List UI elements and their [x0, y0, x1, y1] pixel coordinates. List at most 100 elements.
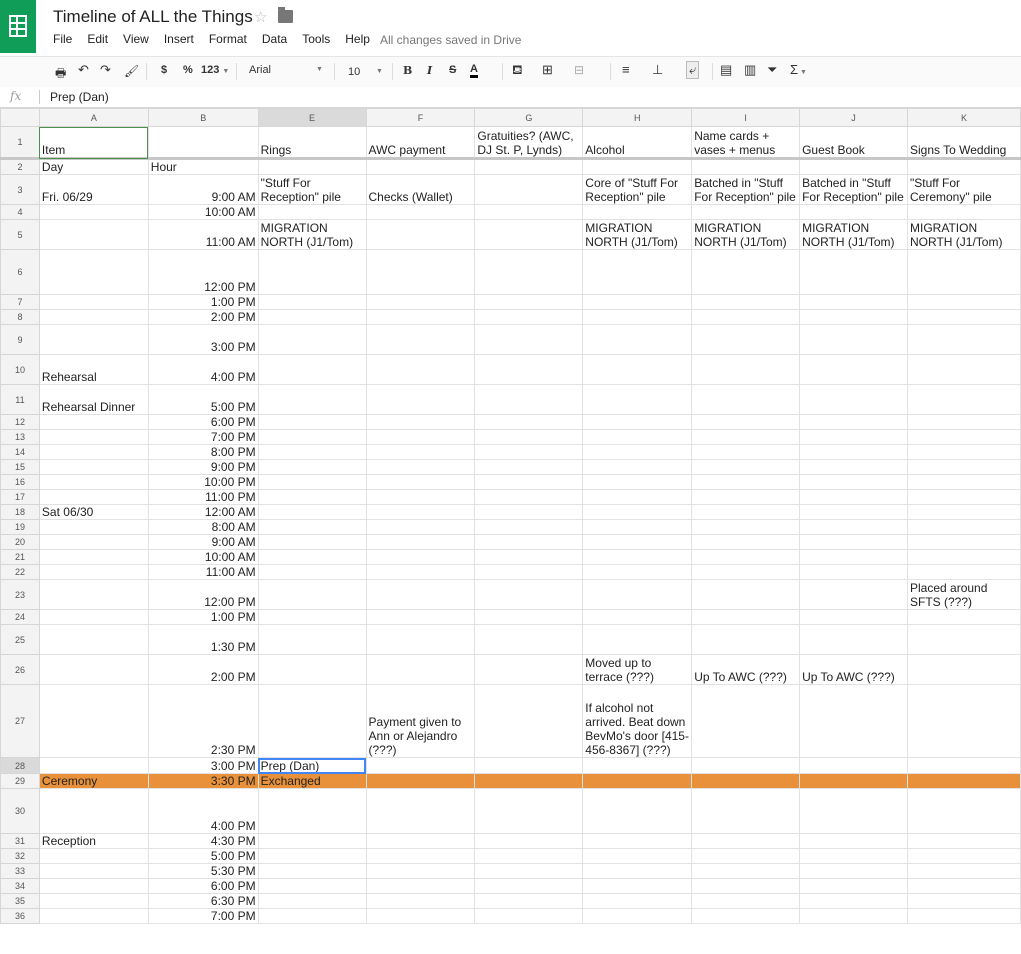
italic-button[interactable]: I — [427, 64, 432, 77]
cell-i2[interactable] — [691, 158, 801, 175]
cell-f32[interactable] — [365, 848, 476, 864]
row-header[interactable]: 31 — [0, 833, 40, 849]
cell-e7[interactable] — [257, 294, 367, 310]
cell-f1[interactable]: AWC payment — [365, 126, 476, 160]
cell-k8[interactable] — [907, 309, 1021, 325]
cell-k34[interactable] — [907, 878, 1021, 894]
cell-e14[interactable] — [257, 444, 367, 460]
cell-i33[interactable] — [691, 863, 801, 879]
cell-a28[interactable] — [38, 757, 149, 774]
cell-a33[interactable] — [38, 863, 149, 879]
strikethrough-button[interactable]: S — [449, 64, 456, 76]
cell-a21[interactable] — [38, 549, 149, 565]
cell-h8[interactable] — [582, 309, 693, 325]
cell-k15[interactable] — [907, 459, 1021, 475]
cell-f18[interactable] — [365, 504, 476, 520]
cell-i36[interactable] — [691, 908, 801, 924]
cell-k20[interactable] — [907, 534, 1021, 550]
cell-e2[interactable] — [257, 158, 367, 175]
star-icon[interactable]: ☆ — [254, 8, 267, 26]
cell-a24[interactable] — [38, 609, 149, 625]
cell-b14[interactable]: 8:00 PM — [147, 444, 259, 460]
redo-icon[interactable]: ↷ — [100, 62, 111, 78]
cell-a15[interactable] — [38, 459, 149, 475]
cell-f34[interactable] — [365, 878, 476, 894]
cell-b36[interactable]: 7:00 PM — [147, 908, 259, 924]
row-header[interactable]: 33 — [0, 863, 40, 879]
cell-k33[interactable] — [907, 863, 1021, 879]
cell-b29[interactable]: 3:30 PM — [147, 773, 259, 789]
cell-i35[interactable] — [691, 893, 801, 909]
column-header-e[interactable]: E — [257, 108, 367, 127]
row-header[interactable]: 18 — [0, 504, 40, 520]
cell-e1[interactable]: Rings — [257, 126, 367, 160]
cell-e32[interactable] — [257, 848, 367, 864]
cell-h19[interactable] — [582, 519, 693, 535]
cell-b24[interactable]: 1:00 PM — [147, 609, 259, 625]
cell-g24[interactable] — [474, 609, 584, 625]
cell-j31[interactable] — [799, 833, 908, 849]
cell-e13[interactable] — [257, 429, 367, 445]
cell-f26[interactable] — [365, 654, 476, 685]
cell-b10[interactable]: 4:00 PM — [147, 354, 259, 385]
row-header[interactable]: 19 — [0, 519, 40, 535]
cell-k25[interactable] — [907, 624, 1021, 655]
cell-j28[interactable] — [799, 757, 908, 774]
column-header-b[interactable]: B — [147, 108, 259, 127]
cell-i11[interactable] — [691, 384, 801, 415]
cell-b15[interactable]: 9:00 PM — [147, 459, 259, 475]
cell-j25[interactable] — [799, 624, 908, 655]
cell-b26[interactable]: 2:00 PM — [147, 654, 259, 685]
cell-h11[interactable] — [582, 384, 693, 415]
cell-j26[interactable]: Up To AWC (???) — [799, 654, 908, 685]
functions-icon[interactable]: Σ ▼ — [790, 62, 807, 77]
percent-button[interactable]: % — [183, 64, 193, 76]
cell-g12[interactable] — [474, 414, 584, 430]
cell-e30[interactable] — [257, 788, 367, 834]
cell-f31[interactable] — [365, 833, 476, 849]
cell-b2[interactable]: Hour — [147, 158, 259, 175]
cell-e27[interactable] — [257, 684, 367, 758]
cell-f4[interactable] — [365, 204, 476, 220]
cell-f22[interactable] — [365, 564, 476, 580]
row-header[interactable]: 13 — [0, 429, 40, 445]
cell-h27[interactable]: If alcohol not arrived. Beat down BevMo'… — [582, 684, 693, 758]
cell-a23[interactable] — [38, 579, 149, 610]
cell-f2[interactable] — [365, 158, 476, 175]
cell-j19[interactable] — [799, 519, 908, 535]
cell-j29[interactable] — [799, 773, 908, 789]
cell-g15[interactable] — [474, 459, 584, 475]
cell-i23[interactable] — [691, 579, 801, 610]
cell-g18[interactable] — [474, 504, 584, 520]
row-header[interactable]: 11 — [0, 384, 40, 415]
filter-icon[interactable]: ⏷ — [767, 62, 777, 78]
cell-f19[interactable] — [365, 519, 476, 535]
cell-b25[interactable]: 1:30 PM — [147, 624, 259, 655]
cell-f20[interactable] — [365, 534, 476, 550]
row-header[interactable]: 35 — [0, 893, 40, 909]
cell-a22[interactable] — [38, 564, 149, 580]
cell-h21[interactable] — [582, 549, 693, 565]
cell-i8[interactable] — [691, 309, 801, 325]
cell-h13[interactable] — [582, 429, 693, 445]
cell-b9[interactable]: 3:00 PM — [147, 324, 259, 355]
cell-h29[interactable] — [582, 773, 693, 789]
cell-h25[interactable] — [582, 624, 693, 655]
cell-a12[interactable] — [38, 414, 149, 430]
cell-e16[interactable] — [257, 474, 367, 490]
cell-h23[interactable] — [582, 579, 693, 610]
cell-e36[interactable] — [257, 908, 367, 924]
cell-g28[interactable] — [474, 757, 584, 774]
cell-i25[interactable] — [691, 624, 801, 655]
cell-j7[interactable] — [799, 294, 908, 310]
column-header-j[interactable]: J — [799, 108, 908, 127]
cell-b33[interactable]: 5:30 PM — [147, 863, 259, 879]
cell-f10[interactable] — [365, 354, 476, 385]
cell-j34[interactable] — [799, 878, 908, 894]
cell-i28[interactable] — [691, 757, 801, 774]
wrap-text-icon[interactable]: ⤶ — [686, 61, 700, 79]
cell-b16[interactable]: 10:00 PM — [147, 474, 259, 490]
cell-j1[interactable]: Guest Book — [799, 126, 908, 160]
cell-b31[interactable]: 4:30 PM — [147, 833, 259, 849]
cell-k14[interactable] — [907, 444, 1021, 460]
